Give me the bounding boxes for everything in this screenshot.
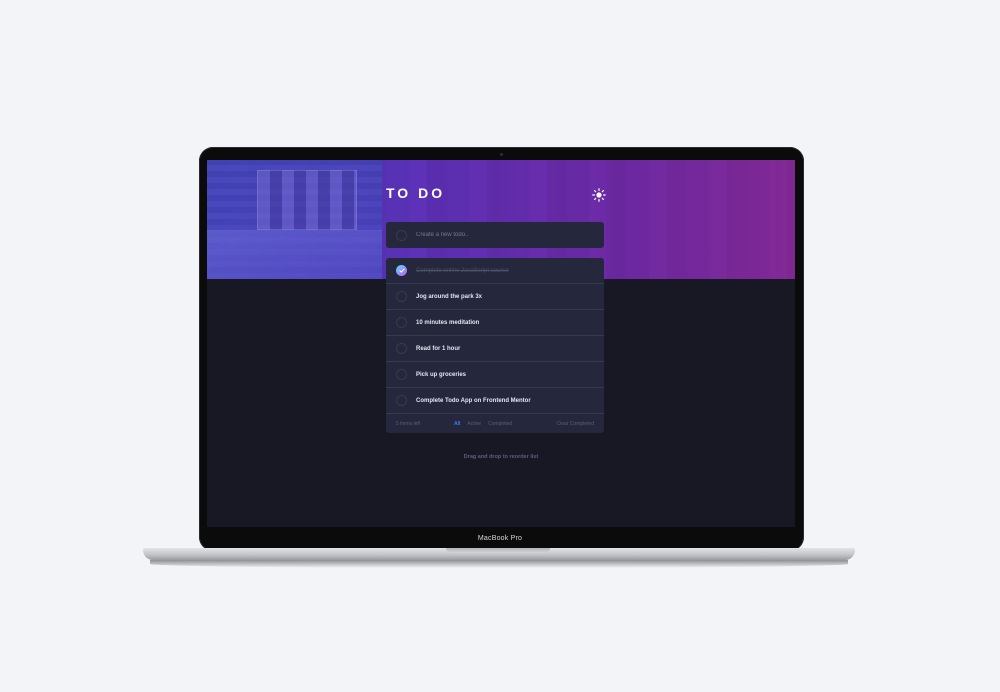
theme-toggle-button[interactable] [592,188,606,202]
todo-item[interactable]: 10 minutes meditation [386,310,604,336]
list-footer: 5 items left All Active Completed Clear … [386,414,604,433]
new-todo-circle [396,229,407,241]
new-todo-bar [386,222,604,248]
todo-text: 10 minutes meditation [416,319,480,326]
todo-text: Complete online JavaScript course [416,267,509,274]
new-todo-input[interactable] [416,232,596,238]
todo-item[interactable]: Pick up groceries [386,362,604,388]
todo-item[interactable]: Read for 1 hour [386,336,604,362]
page-title: TO DO [386,185,446,201]
laptop-base-notch [446,548,550,553]
hero-photo-doors [257,170,357,230]
todo-checkbox[interactable] [396,343,407,354]
todo-item[interactable]: Complete online JavaScript course [386,258,604,284]
todo-item[interactable]: Complete Todo App on Frontend Mentor [386,388,604,414]
todo-checkbox[interactable] [396,317,407,328]
todo-text: Read for 1 hour [416,345,461,352]
todo-text: Pick up groceries [416,371,467,378]
todo-checkbox[interactable] [396,369,407,380]
clear-completed-button[interactable]: Clear Completed [556,421,594,427]
app-screen: TO DO Complete [207,160,795,527]
todo-text: Complete Todo App on Frontend Mentor [416,397,531,404]
camera [500,153,503,156]
filter-all[interactable]: All [454,421,460,427]
items-left-count: 5 items left [396,420,421,427]
todo-checkbox[interactable] [396,395,407,406]
todo-text: Jog around the park 3x [416,293,483,300]
hero-photo-floor [207,230,382,279]
filter-active[interactable]: Active [467,421,481,427]
check-icon [398,268,405,273]
laptop-shadow [150,560,848,568]
filter-completed[interactable]: Completed [488,421,512,427]
device-label: MacBook Pro [477,535,523,542]
todo-checkbox[interactable] [396,265,407,276]
filter-group: All Active Completed [454,421,512,427]
sun-icon [592,188,606,202]
todo-checkbox[interactable] [396,291,407,302]
drag-hint: Drag and drop to reorder list [463,454,539,460]
todo-item[interactable]: Jog around the park 3x [386,284,604,310]
todo-list: Complete online JavaScript course Jog ar… [386,258,604,433]
